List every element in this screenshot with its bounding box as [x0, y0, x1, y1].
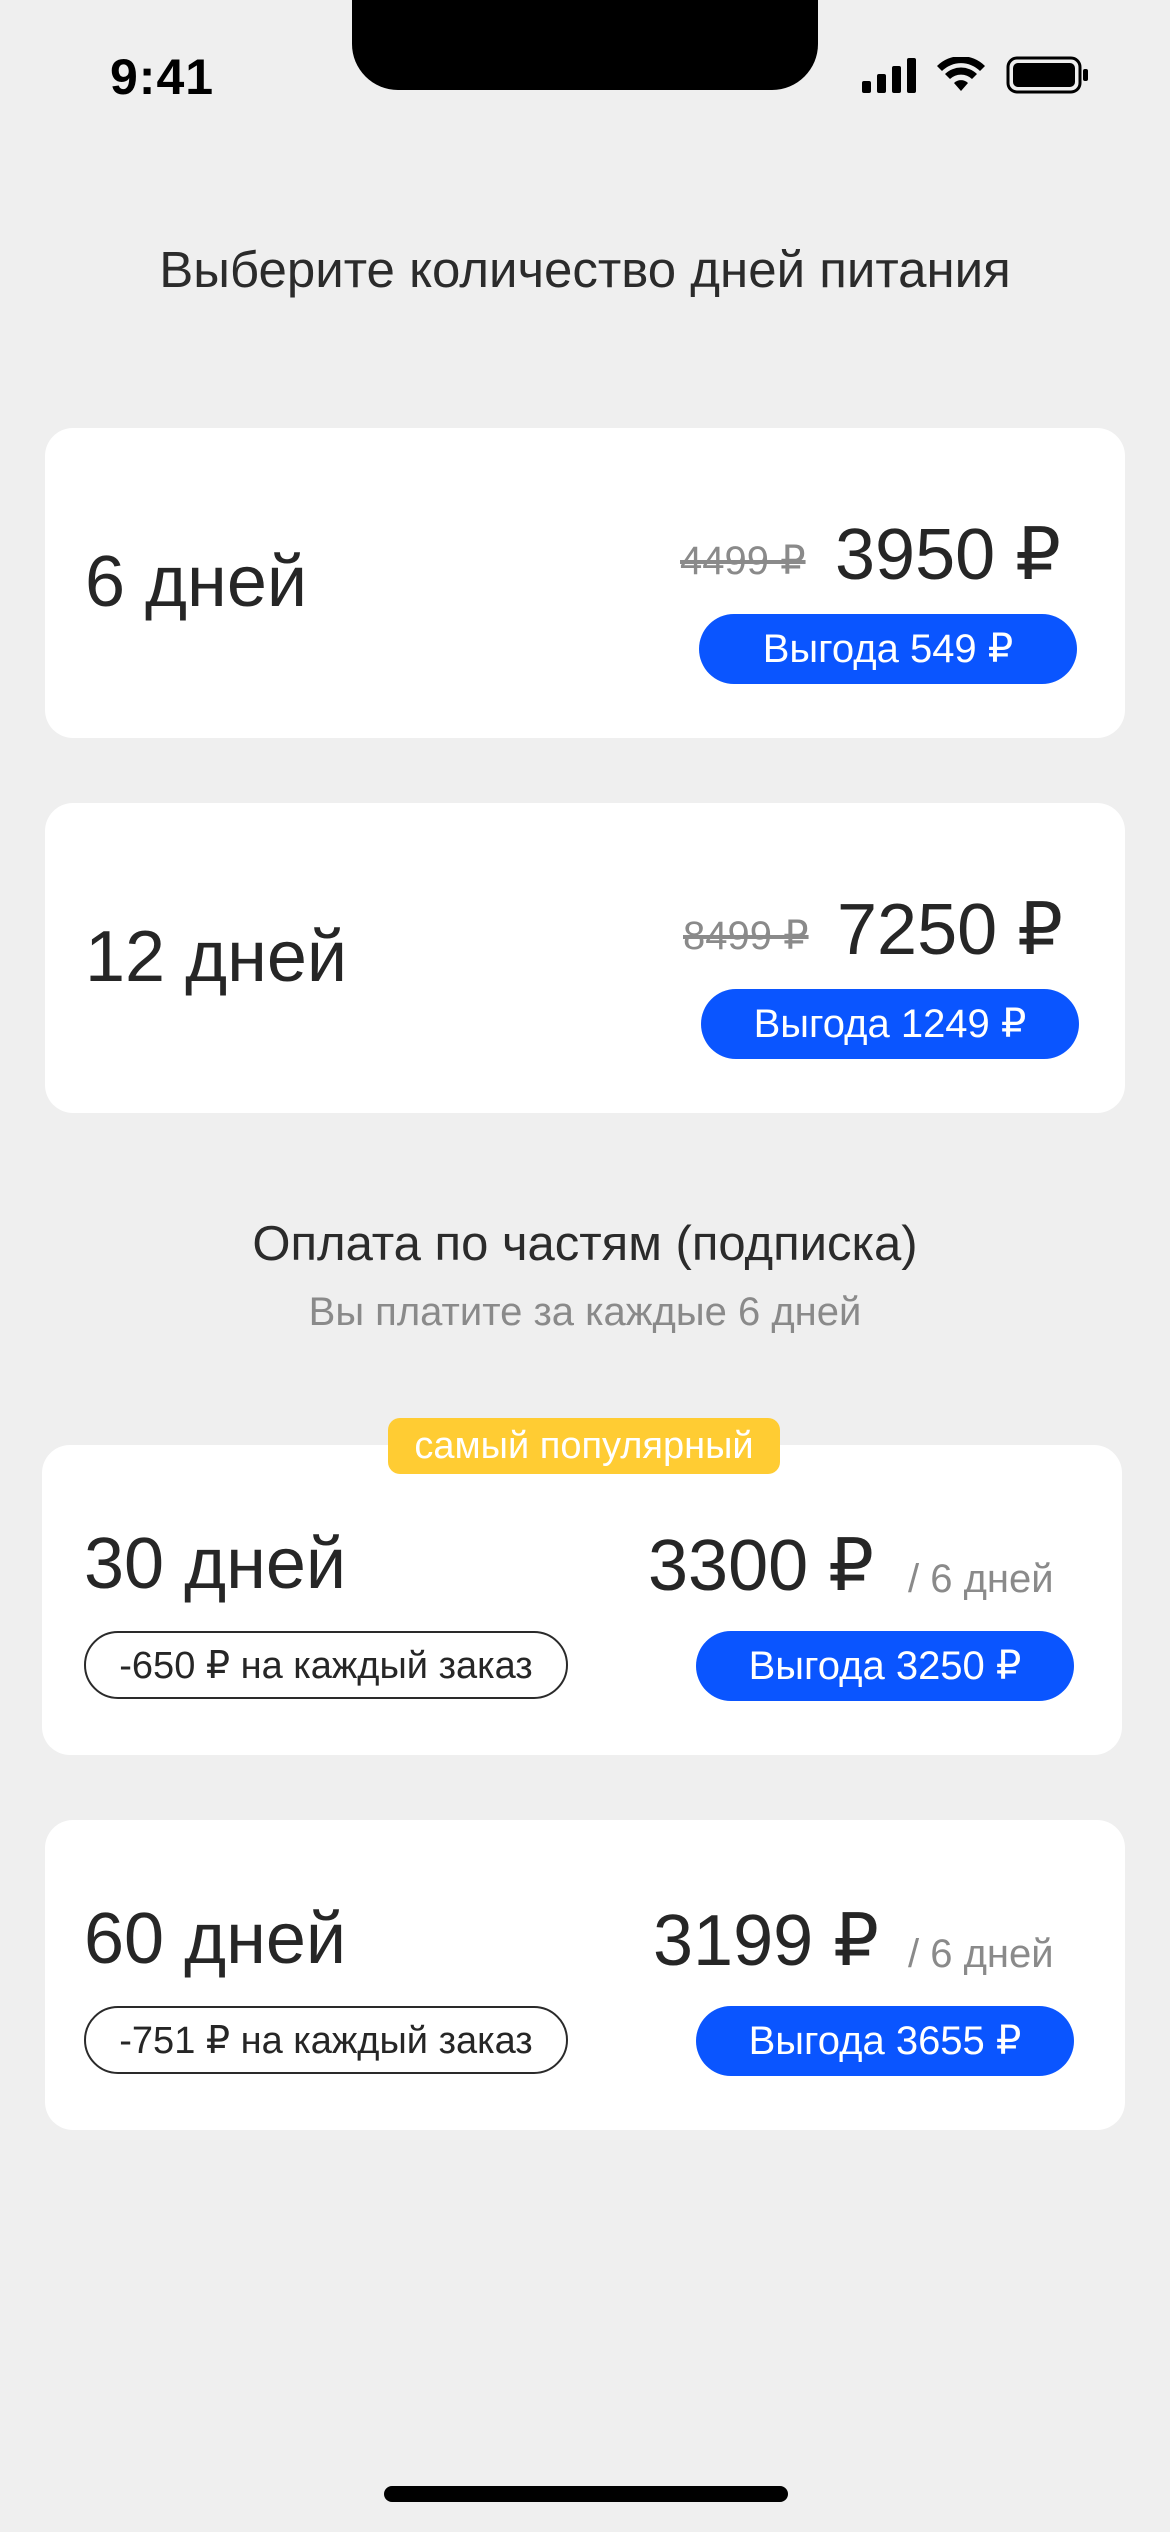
plan-card-6-days[interactable]: 6 дней 4499 ₽ 3950 ₽ Выгода 549 ₽: [45, 428, 1125, 738]
wifi-icon: [937, 57, 985, 91]
status-time: 9:41: [110, 49, 215, 105]
old-price: 4499 ₽: [680, 539, 806, 583]
plan-card-60-days[interactable]: 60 дней 3199 ₽ / 6 дней -751 ₽ на каждый…: [45, 1820, 1125, 2130]
popular-badge: самый популярный: [388, 1418, 780, 1474]
battery-icon: [1006, 56, 1088, 94]
plan-price: 3300 ₽: [648, 1526, 874, 1606]
benefit-badge: Выгода 3655 ₽: [696, 2006, 1074, 2076]
plan-card-30-days[interactable]: 30 дней 3300 ₽ / 6 дней -650 ₽ на каждый…: [42, 1445, 1122, 1755]
home-indicator: [384, 2486, 788, 2502]
price-period: / 6 дней: [908, 1557, 1054, 1601]
plan-price: 3199 ₽: [653, 1901, 879, 1981]
plan-card-12-days[interactable]: 12 дней 8499 ₽ 7250 ₽ Выгода 1249 ₽: [45, 803, 1125, 1113]
plan-price: 3950 ₽: [835, 515, 1061, 595]
device-notch: [352, 0, 818, 90]
plan-days: 30 дней: [84, 1524, 347, 1604]
plan-days: 6 дней: [85, 542, 308, 622]
subscription-title: Оплата по частям (подписка): [252, 1217, 918, 1271]
status-icons: [862, 56, 1090, 94]
subscription-subtitle: Вы платите за каждые 6 дней: [308, 1290, 862, 1334]
page-title: Выберите количество дней питания: [159, 241, 1011, 298]
plan-days: 60 дней: [84, 1899, 347, 1979]
price-period: / 6 дней: [908, 1932, 1054, 1976]
cellular-signal-icon: [862, 57, 916, 93]
old-price: 8499 ₽: [683, 914, 809, 958]
screen: 9:41 Выберите количество дней питания 6 …: [0, 0, 1170, 2532]
discount-pill: -650 ₽ на каждый заказ: [84, 1631, 568, 1699]
plan-days: 12 дней: [85, 917, 348, 997]
benefit-badge: Выгода 3250 ₽: [696, 1631, 1074, 1701]
plan-price: 7250 ₽: [837, 890, 1063, 970]
benefit-badge: Выгода 549 ₽: [699, 614, 1077, 684]
discount-pill: -751 ₽ на каждый заказ: [84, 2006, 568, 2074]
benefit-badge: Выгода 1249 ₽: [701, 989, 1079, 1059]
